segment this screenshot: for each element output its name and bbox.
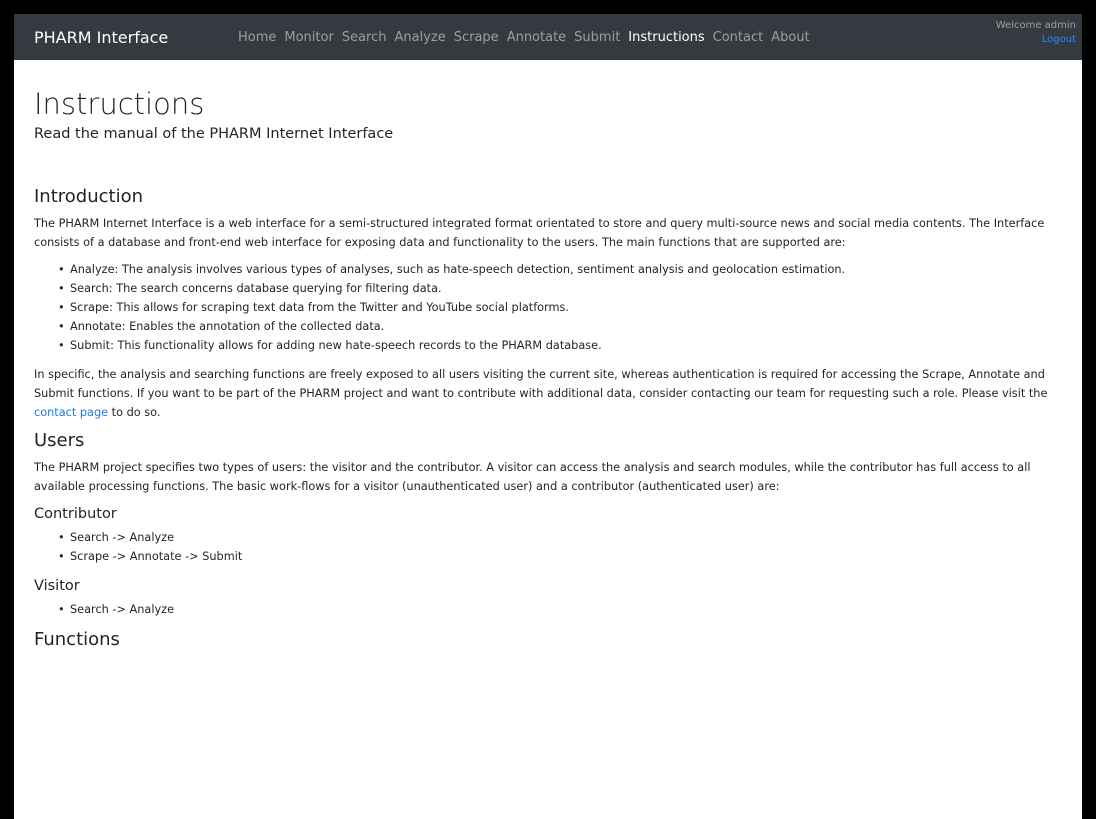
visitor-heading: Visitor xyxy=(34,578,80,594)
users-paragraph: The PHARM project specifies two types of… xyxy=(34,461,1031,493)
list-item: Annotate: Enables the annotation of the … xyxy=(58,317,1062,336)
top-navbar: PHARM Interface Home Monitor Search Anal… xyxy=(14,14,1082,60)
paragraph-text: to do so. xyxy=(108,406,161,419)
contributor-list: Search -> Analyze Scrape -> Annotate -> … xyxy=(58,528,1062,566)
users-heading: Users xyxy=(34,430,85,451)
nav-scrape[interactable]: Scrape xyxy=(454,30,499,45)
visitor-list: Search -> Analyze xyxy=(58,600,1062,619)
nav-search[interactable]: Search xyxy=(342,30,387,45)
list-item: Search -> Analyze xyxy=(58,528,1062,547)
introduction-heading: Introduction xyxy=(34,186,144,207)
logout-link[interactable]: Logout xyxy=(996,33,1076,47)
introduction-paragraph: The PHARM Internet Interface is a web in… xyxy=(34,217,1045,249)
nav-monitor[interactable]: Monitor xyxy=(284,30,333,45)
list-item: Analyze: The analysis involves various t… xyxy=(58,260,1062,279)
nav-annotate[interactable]: Annotate xyxy=(507,30,566,45)
functions-list: Analyze: The analysis involves various t… xyxy=(58,260,1062,355)
nav-analyze[interactable]: Analyze xyxy=(394,30,445,45)
user-box: Welcome admin Logout xyxy=(996,19,1076,47)
paragraph-text: In specific, the analysis and searching … xyxy=(34,368,1048,400)
introduction-paragraph-2: In specific, the analysis and searching … xyxy=(34,365,1062,422)
nav-instructions[interactable]: Instructions xyxy=(628,30,704,45)
contact-page-link[interactable]: contact page xyxy=(34,406,108,419)
main-content: Instructions Read the manual of the PHAR… xyxy=(14,60,1082,651)
contributor-heading: Contributor xyxy=(34,506,117,522)
users-section: Users The PHARM project specifies two ty… xyxy=(34,430,1062,619)
list-item: Search -> Analyze xyxy=(58,600,1062,619)
browser-page: PHARM Interface Home Monitor Search Anal… xyxy=(14,14,1082,819)
list-item: Scrape -> Annotate -> Submit xyxy=(58,547,1062,566)
list-item: Submit: This functionality allows for ad… xyxy=(58,336,1062,355)
page-lead: Read the manual of the PHARM Internet In… xyxy=(34,126,394,142)
functions-heading: Functions xyxy=(34,629,120,650)
nav-home[interactable]: Home xyxy=(238,30,276,45)
functions-section: Functions xyxy=(34,629,1062,651)
nav-about[interactable]: About xyxy=(771,30,809,45)
list-item: Search: The search concerns database que… xyxy=(58,279,1062,298)
nav-links: Home Monitor Search Analyze Scrape Annot… xyxy=(238,30,818,45)
introduction-section: Introduction The PHARM Internet Interfac… xyxy=(34,186,1062,422)
brand-link[interactable]: PHARM Interface xyxy=(14,28,238,47)
page-title: Instructions xyxy=(34,87,205,121)
welcome-text: Welcome admin xyxy=(995,20,1076,31)
nav-submit[interactable]: Submit xyxy=(574,30,620,45)
nav-contact[interactable]: Contact xyxy=(713,30,764,45)
list-item: Scrape: This allows for scraping text da… xyxy=(58,298,1062,317)
